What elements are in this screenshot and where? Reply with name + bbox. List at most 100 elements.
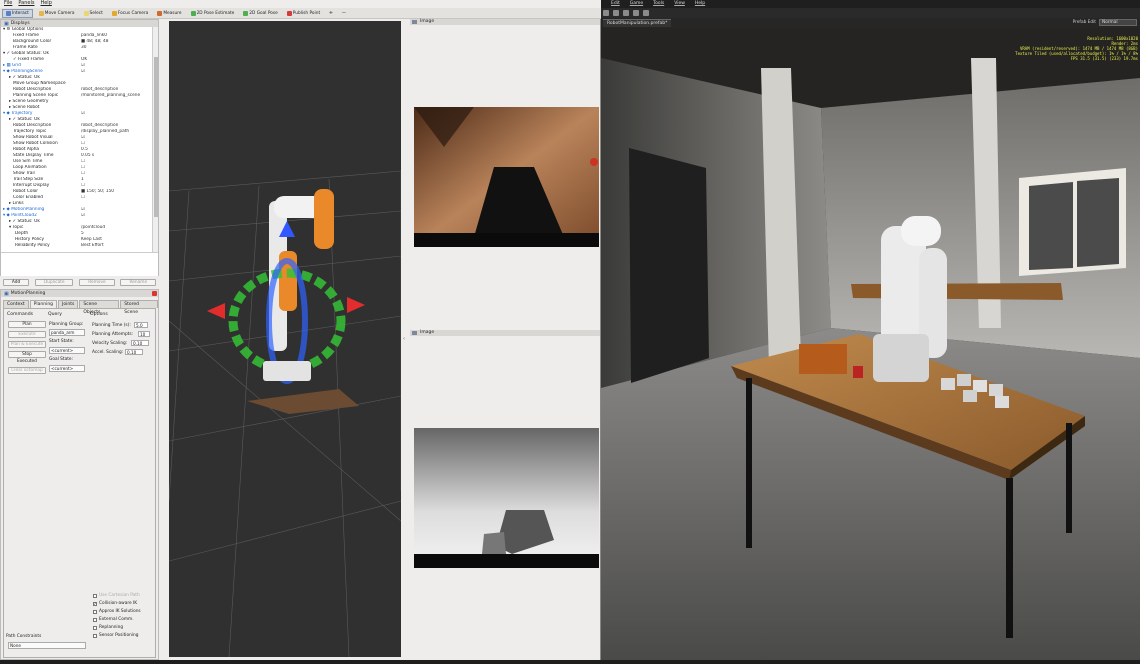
tab-planning[interactable]: Planning — [29, 300, 58, 308]
toolbar-measure-button[interactable]: Measure — [154, 9, 184, 18]
toolbar-label: Select — [89, 10, 103, 16]
pose-estimate-icon — [190, 10, 196, 16]
option-checkbox[interactable]: Replanning — [93, 625, 123, 630]
performance-overlay: Resolution: 1600x1020 Render: 2ms VRAM (re… — [1015, 36, 1138, 61]
hud-line: FPS 31.5 (31.5) (233) 19.7ms — [1070, 56, 1138, 61]
wooden-box — [799, 344, 847, 374]
toolbar-select-button[interactable]: Select — [81, 9, 106, 18]
plus-icon[interactable]: ✛ — [326, 9, 336, 18]
toolbar-pose-estimate-button[interactable]: 2D Pose Estimate — [188, 9, 238, 18]
robot-link-orange — [314, 189, 334, 249]
plan-execute-button[interactable]: Plan & Execute — [8, 341, 46, 348]
display-description — [1, 252, 158, 276]
options-header: Options — [90, 312, 108, 317]
displays-tree[interactable]: ▾ ⚙ Global Options Fixed Frame panda_link0… — [1, 27, 153, 259]
toolbar-interact-button[interactable]: Interact — [2, 8, 33, 18]
image-panel-title: Image — [410, 19, 600, 25]
option-checkbox[interactable]: Approx IK Solutions — [93, 609, 141, 614]
image-title-text: Image — [420, 19, 435, 24]
arrow-right-icon[interactable] — [347, 297, 365, 313]
execute-button[interactable]: Execute — [8, 331, 46, 338]
rotate-tool-icon[interactable] — [633, 10, 639, 16]
image-title-text: Image — [420, 330, 435, 335]
duplicate-display-button[interactable]: Duplicate — [35, 278, 74, 286]
profile-dropdown[interactable]: Normal — [1099, 19, 1137, 26]
toolbar-focus-camera-button[interactable]: Focus Camera — [109, 9, 152, 18]
close-icon[interactable] — [152, 291, 157, 296]
arrow-left-icon[interactable] — [207, 303, 225, 319]
pointcloud-table — [247, 389, 359, 414]
add-display-button[interactable]: Add — [2, 278, 30, 286]
checkbox-icon[interactable] — [93, 625, 97, 630]
tab-context[interactable]: Context — [3, 300, 29, 308]
tab-joints[interactable]: Joints — [58, 300, 79, 308]
motion-planning-tabs: Context Planning Joints Scene Objects St… — [3, 300, 158, 315]
interact-icon — [6, 10, 11, 16]
toolbar-label: Move Camera — [44, 10, 75, 16]
robot-gripper — [263, 361, 311, 381]
sim-menu-edit[interactable]: Edit — [611, 0, 620, 8]
stop-button[interactable]: Stop — [8, 351, 46, 358]
goal-state-select[interactable]: <current> — [49, 365, 85, 372]
sim-menu-view[interactable]: View — [674, 0, 685, 8]
option-checkbox[interactable]: Collision-aware IK — [93, 601, 137, 606]
displays-icon: ▣ — [4, 20, 9, 27]
display-tree-row[interactable]: Reliability Policy Best Effort — [1, 243, 153, 249]
checkbox-icon[interactable] — [93, 617, 97, 622]
start-state-select[interactable]: <current> — [49, 347, 85, 354]
tab-scene-objects[interactable]: Scene Objects — [79, 300, 120, 315]
rviz-3d-viewport[interactable] — [168, 21, 402, 658]
sim-menu-game[interactable]: Game — [630, 0, 643, 8]
sim-viewport[interactable]: Resolution: 1600x1020 Render: 2ms VRAM (re… — [601, 28, 1140, 660]
red-cup — [853, 366, 863, 378]
move-tool-icon[interactable] — [623, 10, 629, 16]
motion-planning-icon: ▣ — [4, 290, 9, 297]
displays-scrollbar[interactable] — [152, 27, 158, 259]
checkbox-icon[interactable] — [93, 633, 97, 638]
planning-time-spinbox[interactable]: 5.0 — [134, 322, 148, 328]
image-icon — [412, 20, 417, 24]
checkbox-icon[interactable] — [93, 593, 97, 598]
plan-button[interactable]: Plan — [8, 321, 46, 328]
clear-octomap-button[interactable]: Clear octomap — [8, 367, 46, 374]
tab-stored-scenes[interactable]: Stored Scene — [120, 300, 158, 315]
prefab-tab[interactable]: RobotManipulation.prefab* — [603, 19, 672, 27]
image-panel-title: Image — [410, 330, 600, 336]
toolbar-publish-point-button[interactable]: Publish Point — [284, 9, 323, 18]
property-value[interactable]: Best Effort — [81, 243, 153, 249]
execution-status: Executed — [17, 359, 37, 364]
camera-icon[interactable] — [643, 10, 649, 16]
scrollbar-thumb[interactable] — [154, 57, 158, 217]
sim-menu-help[interactable]: Help — [695, 0, 705, 8]
toolbar-goal-pose-button[interactable]: 2D Goal Pose — [240, 9, 281, 18]
minus-icon[interactable]: — — [339, 9, 349, 18]
planning-tab-body: Commands Query Options Plan Execute Plan… — [3, 308, 156, 658]
remove-display-button[interactable]: Remove — [79, 278, 115, 286]
sim-menubar: Edit Game Tools View Help — [601, 0, 1140, 8]
rename-display-button[interactable]: Rename — [120, 278, 157, 286]
checkbox-icon[interactable] — [93, 609, 97, 614]
option-checkbox[interactable]: Use Cartesian Path — [93, 593, 140, 598]
splitter-handle[interactable]: ‹ — [403, 336, 405, 342]
planning-attempts-spinbox[interactable]: 10 — [138, 331, 150, 337]
displays-title: ▣ Displays — [1, 20, 158, 27]
velocity-scaling-label: Velocity Scaling: — [92, 341, 128, 346]
select-tool-icon[interactable] — [613, 10, 619, 16]
path-constraints-select[interactable]: None — [8, 642, 86, 649]
toolbar-label: Interact — [12, 10, 29, 16]
checkbox-icon[interactable] — [93, 601, 97, 606]
toolbar-move-camera-button[interactable]: Move Camera — [36, 9, 78, 18]
option-checkbox[interactable]: Sensor Positioning — [93, 633, 138, 638]
sim-menu-tools[interactable]: Tools — [653, 0, 664, 8]
property-name: Reliability Policy — [15, 243, 50, 248]
menu-help[interactable]: Help — [40, 0, 51, 8]
accel-scaling-spinbox[interactable]: 0.10 — [125, 349, 143, 355]
toolbar-label: 2D Goal Pose — [249, 10, 278, 16]
option-checkbox[interactable]: External Comm. — [93, 617, 134, 622]
velocity-scaling-spinbox[interactable]: 0.10 — [131, 340, 149, 346]
menu-panels[interactable]: Panels — [18, 0, 34, 8]
back-icon[interactable] — [603, 10, 609, 16]
planning-group-select[interactable]: panda_arm — [49, 329, 85, 336]
menu-file[interactable]: File — [4, 0, 12, 8]
checkbox-label: Use Cartesian Path — [99, 593, 140, 598]
